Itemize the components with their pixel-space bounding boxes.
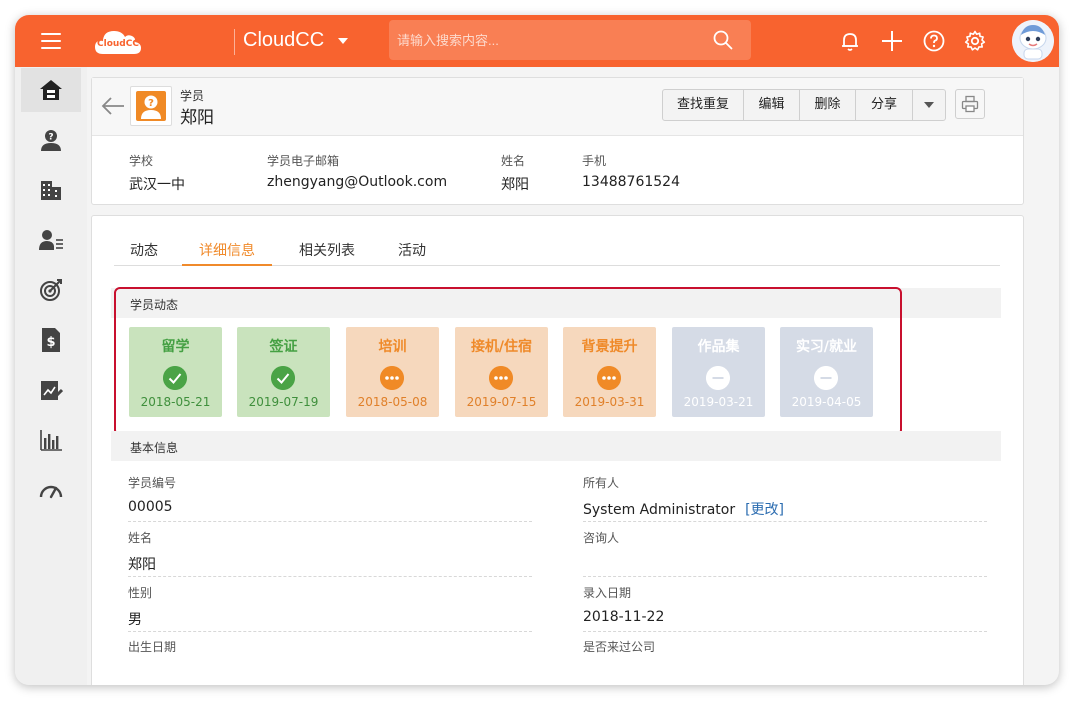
record-type-label: 学员	[180, 89, 205, 103]
global-search[interactable]	[389, 20, 751, 60]
bar-chart-icon	[40, 430, 62, 451]
search-input[interactable]	[397, 30, 697, 50]
field-entry-date: 录入日期 2018-11-22	[583, 584, 987, 632]
target-icon	[40, 279, 62, 301]
nav-targets[interactable]	[21, 268, 81, 312]
field-birth-date: 出生日期	[128, 638, 532, 685]
left-nav: ? $	[15, 67, 87, 685]
gear-icon[interactable]	[963, 29, 987, 53]
field-value: System Administrator [更改]	[583, 499, 987, 519]
field-gender: 性别 男	[128, 584, 532, 632]
owner-name[interactable]: System Administrator	[583, 502, 735, 518]
robot-avatar-icon	[1012, 20, 1054, 62]
field-value: 00005	[128, 499, 173, 515]
find-duplicates-button[interactable]: 查找重复	[663, 90, 744, 120]
record-name: 郑阳	[180, 108, 214, 128]
field-label: 性别	[128, 586, 153, 600]
tab-related-lists[interactable]: 相关列表	[296, 240, 358, 266]
gauge-icon	[39, 485, 63, 499]
highlight-name: 姓名 郑阳	[501, 152, 529, 194]
record-object-icon: ?	[130, 86, 172, 126]
delete-button[interactable]: 删除	[800, 90, 856, 120]
nav-finance[interactable]: $	[21, 318, 81, 362]
top-bar: CloudCC CloudCC	[15, 15, 1059, 67]
field-label: 出生日期	[128, 640, 177, 654]
highlight-annotation-box	[114, 287, 902, 436]
field-consultant: 咨询人	[583, 529, 987, 577]
highlight-email: 学员电子邮箱 zhengyang@Outlook.com	[267, 152, 447, 190]
plus-icon[interactable]	[880, 29, 904, 53]
nav-reports[interactable]	[21, 368, 81, 412]
field-student-id: 学员编号 00005	[128, 474, 532, 522]
printer-icon	[961, 95, 979, 113]
field-value: 郑阳	[128, 557, 156, 573]
field-name: 姓名 郑阳	[128, 529, 532, 577]
chevron-down-icon	[924, 101, 934, 108]
field-label: 咨询人	[583, 531, 620, 545]
nav-analytics[interactable]	[21, 418, 81, 462]
dollar-document-icon: $	[42, 328, 60, 352]
bell-icon[interactable]	[838, 29, 862, 53]
caret-down-icon[interactable]	[338, 38, 348, 44]
building-icon	[41, 181, 61, 200]
change-owner-link[interactable]: [更改]	[745, 502, 784, 518]
svg-text:?: ?	[148, 98, 154, 109]
record-detail: 动态 详细信息 相关列表 活动 学员动态 留学 2018-05-21 签证 20…	[91, 215, 1024, 685]
app-window: CloudCC CloudCC 请输入搜索内容... ? $ ? 学员 郑阳 查…	[15, 15, 1059, 685]
highlight-value[interactable]: 13488761524	[582, 174, 680, 190]
person-list-icon	[39, 230, 63, 250]
highlight-value: 郑阳	[501, 177, 529, 193]
tab-activities[interactable]: 活动	[396, 240, 428, 266]
field-value: 2018-11-22	[583, 609, 665, 625]
field-owner: 所有人 System Administrator [更改]	[583, 474, 987, 522]
nav-dashboard[interactable]	[21, 468, 81, 512]
field-visited-company: 是否来过公司	[583, 638, 987, 685]
search-icon[interactable]	[713, 30, 733, 50]
tab-details[interactable]: 详细信息	[182, 240, 272, 266]
section-title: 基本信息	[130, 441, 179, 455]
field-value: 男	[128, 612, 142, 628]
person-question-icon: ?	[41, 130, 61, 151]
edit-button[interactable]: 编辑	[744, 90, 800, 120]
edit-chart-icon	[41, 381, 63, 400]
record-action-buttons: 查找重复 编辑 删除 分享	[662, 89, 946, 121]
highlight-value: 武汉一中	[129, 177, 185, 193]
highlight-phone: 手机 13488761524	[582, 152, 680, 190]
highlight-label: 学员电子邮箱	[267, 154, 340, 168]
topbar-divider	[234, 29, 235, 55]
svg-text:$: $	[46, 335, 55, 350]
tab-activity-feed[interactable]: 动态	[128, 240, 160, 266]
user-avatar[interactable]	[1012, 20, 1054, 62]
field-label: 所有人	[583, 476, 620, 490]
hamburger-menu-icon[interactable]	[41, 33, 61, 49]
nav-contacts[interactable]: ?	[21, 118, 81, 162]
cloudcc-logo[interactable]: CloudCC	[93, 26, 143, 56]
logo-text: CloudCC	[97, 39, 139, 49]
nav-accounts[interactable]	[21, 168, 81, 212]
highlight-label: 学校	[129, 154, 154, 168]
more-actions-button[interactable]	[913, 90, 945, 120]
home-icon	[40, 80, 62, 100]
student-icon: ?	[136, 91, 166, 121]
highlight-school: 学校 武汉一中	[129, 152, 185, 194]
share-button[interactable]: 分享	[856, 90, 913, 120]
svg-text:?: ?	[48, 133, 53, 143]
field-label: 是否来过公司	[583, 640, 656, 654]
field-label: 姓名	[128, 531, 153, 545]
section-basic-info[interactable]: 基本信息	[111, 431, 1001, 461]
app-switcher[interactable]: CloudCC	[243, 29, 324, 52]
nav-leads[interactable]	[21, 218, 81, 262]
highlight-value[interactable]: zhengyang@Outlook.com	[267, 174, 447, 190]
help-icon[interactable]	[922, 29, 946, 53]
print-button[interactable]	[955, 89, 985, 119]
highlight-label: 手机	[582, 154, 607, 168]
highlight-label: 姓名	[501, 154, 526, 168]
back-arrow-icon[interactable]	[100, 95, 126, 117]
field-label: 学员编号	[128, 476, 177, 490]
record-header: ? 学员 郑阳 查找重复 编辑 删除 分享 学校 武汉一中 学员电子邮箱 zhe…	[91, 77, 1024, 205]
field-label: 录入日期	[583, 586, 632, 600]
record-tabs: 动态 详细信息 相关列表 活动	[114, 240, 1000, 266]
record-header-top: ? 学员 郑阳 查找重复 编辑 删除 分享	[92, 78, 1023, 136]
nav-home[interactable]	[21, 68, 81, 112]
